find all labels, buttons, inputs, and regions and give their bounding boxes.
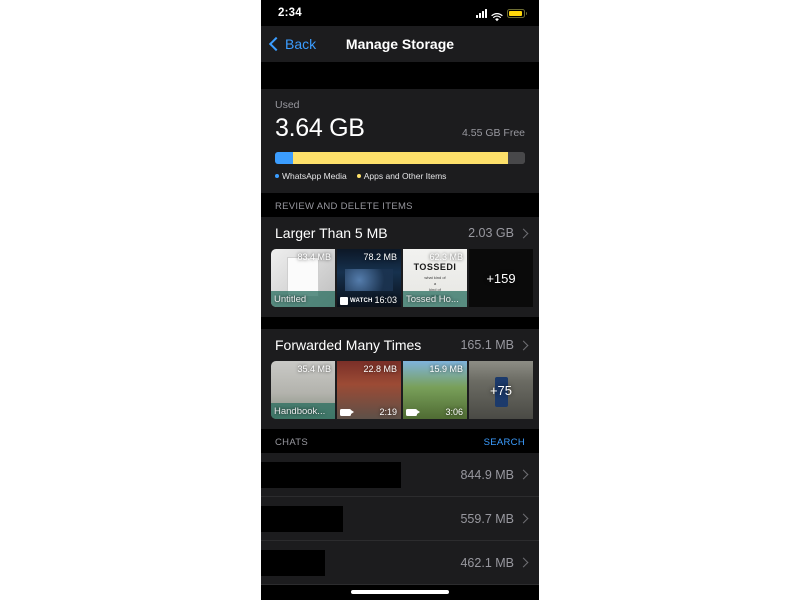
media-thumbnail[interactable]: 15.9 MB 3:06	[403, 361, 467, 419]
back-button-label: Back	[285, 36, 317, 52]
thumbnail-duration-label: 16:03	[374, 295, 397, 305]
review-group-size: 2.03 GB	[468, 226, 514, 240]
chat-row[interactable]: 462.1 MB	[261, 541, 539, 585]
chevron-left-icon	[268, 36, 284, 52]
media-thumbnail[interactable]: 78.2 MB WATCH 16:03	[337, 249, 401, 307]
thumbnail-caption: Untitled	[274, 294, 307, 305]
review-section-header: REVIEW AND DELETE ITEMS	[261, 193, 539, 217]
thumbnail-size-label: 35.4 MB	[297, 364, 331, 374]
review-section-header-label: REVIEW AND DELETE ITEMS	[275, 201, 413, 212]
legend-label: Apps and Other Items	[363, 171, 447, 181]
chat-name-redacted	[261, 505, 343, 532]
review-group: Larger Than 5 MB 2.03 GB 83.4 MB Untitled 78…	[261, 217, 539, 317]
review-group-title: Forwarded Many Times	[275, 337, 422, 353]
chevron-right-icon	[518, 469, 529, 480]
used-amount: 3.64 GB	[275, 114, 365, 142]
used-row: 3.64 GB 4.55 GB Free	[275, 114, 525, 143]
watch-badge: WATCH	[340, 297, 373, 305]
watch-badge-label: WATCH	[350, 298, 373, 304]
more-items-label: +159	[486, 270, 516, 286]
thumbnail-size-label: 15.9 MB	[429, 364, 463, 374]
scroll-content[interactable]: Used 3.64 GB 4.55 GB Free WhatsApp Media…	[261, 62, 539, 600]
thumbnail-size-label: 22.8 MB	[363, 364, 397, 374]
thumbnail-size-label: 62.3 MB	[429, 252, 463, 262]
chats-section-header-label: CHATS	[275, 437, 308, 448]
storage-legend-item: Apps and Other Items	[356, 171, 447, 181]
legend-dot-icon	[356, 174, 361, 178]
status-bar: 2:34	[261, 0, 539, 26]
chat-name-redacted	[261, 549, 325, 576]
review-group-thumbnails: 35.4 MB Handbook... 22.8 MB 2:19 15.9 MB 3:06…	[261, 361, 539, 419]
legend-dot-icon	[275, 174, 279, 178]
more-items-label: +75	[489, 382, 513, 398]
thumbnail-caption: Handbook...	[274, 406, 326, 417]
chevron-right-icon	[518, 228, 529, 238]
chat-size-label: 844.9 MB	[460, 467, 514, 482]
thumbnail-size-label: 83.4 MB	[297, 252, 331, 262]
media-thumbnail[interactable]: 35.4 MB Handbook...	[271, 361, 335, 419]
review-group-header[interactable]: Larger Than 5 MB 2.03 GB	[261, 225, 539, 241]
thumbnail-size-label: 78.2 MB	[363, 252, 397, 262]
chat-row[interactable]: 844.9 MB	[261, 453, 539, 497]
media-thumbnail[interactable]: 83.4 MB Untitled	[271, 249, 335, 307]
chats-section-header: CHATS SEARCH	[261, 429, 539, 453]
review-groups: Larger Than 5 MB 2.03 GB 83.4 MB Untitled 78…	[261, 217, 539, 429]
storage-bar-segment-media	[275, 152, 293, 164]
watch-badge-icon	[340, 297, 348, 305]
video-camera-icon	[406, 409, 420, 416]
chat-row-meta: 462.1 MB	[460, 555, 529, 570]
group-separator	[261, 317, 539, 329]
review-group: Forwarded Many Times 165.1 MB 35.4 MB Handb…	[261, 329, 539, 429]
storage-usage-bar	[275, 152, 525, 164]
cellular-signal-icon	[476, 8, 487, 18]
thumbnail-duration-label: 3:06	[445, 407, 463, 417]
review-group-meta: 2.03 GB	[468, 226, 529, 240]
storage-legend-item: WhatsApp Media	[275, 171, 347, 181]
storage-bar-segment-apps	[292, 152, 508, 164]
chats-list: 844.9 MB 559.7 MB 462.1 MB	[261, 453, 539, 585]
review-group-size: 165.1 MB	[460, 338, 514, 352]
thumbnail-duration-label: 2:19	[379, 407, 397, 417]
screenshot-canvas: 2:34 Back Manage Storage Used 3.64 GB 4.…	[0, 0, 800, 600]
review-group-meta: 165.1 MB	[460, 338, 529, 352]
more-items-tile[interactable]: +75	[469, 361, 533, 419]
video-camera-icon	[340, 409, 354, 416]
status-bar-icons	[476, 8, 527, 21]
back-button[interactable]: Back	[268, 36, 317, 52]
chevron-right-icon	[518, 557, 529, 568]
poster-title: TOSSEDI	[413, 262, 457, 272]
used-label: Used	[275, 99, 300, 111]
chat-name-redacted	[261, 461, 401, 488]
free-space-label: 4.55 GB Free	[461, 127, 525, 139]
chats-search-button[interactable]: SEARCH	[484, 437, 525, 448]
more-items-tile[interactable]: +159	[469, 249, 533, 307]
media-thumbnail[interactable]: 22.8 MB 2:19	[337, 361, 401, 419]
phone-screen: 2:34 Back Manage Storage Used 3.64 GB 4.…	[261, 0, 539, 600]
chat-size-label: 462.1 MB	[460, 555, 514, 570]
legend-label: WhatsApp Media	[282, 171, 347, 181]
storage-bar-segment-free	[507, 152, 525, 164]
chat-row[interactable]: 559.7 MB	[261, 497, 539, 541]
review-group-thumbnails: 83.4 MB Untitled 78.2 MB WATCH 16:03 TOSSEDI w…	[261, 249, 539, 307]
chat-row-meta: 559.7 MB	[460, 511, 529, 526]
status-bar-time: 2:34	[278, 7, 302, 19]
navigation-bar: Back Manage Storage	[261, 26, 539, 62]
thumbnail-caption: Tossed Ho...	[406, 294, 459, 305]
home-indicator[interactable]	[351, 590, 449, 594]
battery-low-power-icon	[507, 8, 527, 18]
review-group-title: Larger Than 5 MB	[275, 225, 388, 241]
content-top-gap	[261, 62, 539, 89]
chevron-right-icon	[518, 340, 529, 350]
wifi-icon	[491, 9, 503, 21]
review-group-header[interactable]: Forwarded Many Times 165.1 MB	[261, 337, 539, 353]
chat-row-meta: 844.9 MB	[460, 467, 529, 482]
storage-legend: WhatsApp Media Apps and Other Items	[275, 171, 525, 181]
storage-summary-card: Used 3.64 GB 4.55 GB Free WhatsApp Media…	[261, 89, 539, 193]
media-thumbnail[interactable]: TOSSEDIwhat kind ofakind ofyear62.3 MBTo…	[403, 249, 467, 307]
chat-size-label: 559.7 MB	[460, 511, 514, 526]
chevron-right-icon	[518, 513, 529, 524]
